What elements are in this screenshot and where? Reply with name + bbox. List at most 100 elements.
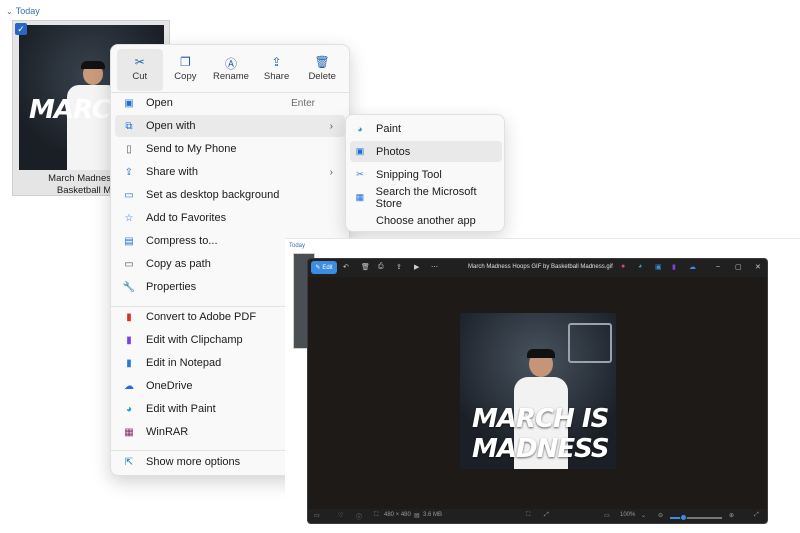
menu-item-open-with[interactable]: ⧉ Open with ›	[115, 115, 345, 137]
chevron-right-icon: ›	[329, 166, 333, 178]
edit-label: Edit	[322, 264, 333, 271]
compress-icon: ▤	[124, 235, 134, 247]
maximize-icon[interactable]: ▢	[735, 263, 742, 271]
photos-icon: ▣	[124, 97, 134, 109]
open-with-submenu: ◕ Paint ▣ Photos ✂ Snipping Tool ▦ Search the M…	[345, 114, 505, 232]
group-header-today[interactable]: Today	[289, 243, 305, 249]
filmstrip-icon[interactable]: ▭	[314, 512, 320, 519]
phone-icon: ▯	[126, 143, 132, 155]
menu-item-label: Copy as path	[146, 258, 211, 270]
menu-item-label: Properties	[146, 281, 197, 293]
submenu-item-choose-another-app[interactable]: Choose another app	[350, 210, 502, 231]
menu-item-add-to-favorites[interactable]: ☆ Add to Favorites	[115, 207, 345, 229]
image-text-line2: MADNESS	[472, 434, 610, 464]
adobe-pdf-icon: ▮	[126, 311, 132, 323]
menu-item-label: WinRAR	[146, 426, 189, 438]
submenu-item-snipping-tool[interactable]: ✂ Snipping Tool	[350, 164, 502, 185]
cut-button[interactable]: ✂ Cut	[117, 49, 163, 91]
toolbar-label: Delete	[308, 71, 336, 82]
share-icon: ⇪	[271, 55, 282, 69]
zoom-level[interactable]: 100%	[620, 512, 635, 518]
photos-app-window: ✎ Edit ↶ 🗑 ⎙ ⇪ ▶ ⋯ March Madness Hoops G…	[307, 258, 768, 524]
group-label: Today	[15, 6, 40, 16]
image-text-line1: MARCH IS	[472, 404, 609, 434]
open-with-icon: ⧉	[125, 120, 133, 132]
zoom-out-icon[interactable]: ⊖	[658, 512, 663, 519]
menu-item-share-with[interactable]: ⇪ Share with ›	[115, 161, 345, 183]
edit-button[interactable]: ✎ Edit	[311, 261, 337, 274]
rename-button[interactable]: Ⓐ Rename	[208, 49, 254, 91]
image-dimensions: 480 × 480	[384, 512, 411, 518]
app-icon[interactable]: ●	[621, 263, 625, 270]
close-icon[interactable]: ✕	[755, 263, 761, 271]
checkbox-checked-icon[interactable]: ✓	[15, 23, 27, 35]
menu-item-label: Show more options	[146, 456, 241, 468]
rotate-icon[interactable]: ↶	[343, 263, 349, 271]
group-header-today[interactable]: ⌄ Today	[6, 6, 40, 16]
toolbar-label: Rename	[213, 71, 249, 82]
menu-item-label: Add to Favorites	[146, 212, 227, 224]
store-icon: ▦	[355, 192, 365, 202]
designer-icon[interactable]: ▣	[655, 263, 662, 271]
photo-image[interactable]: MARCH IS MADNESS	[460, 313, 616, 469]
zoom-slider-thumb[interactable]	[680, 514, 687, 521]
share-with-icon: ⇪	[124, 166, 134, 178]
clipchamp-icon[interactable]: ▮	[672, 263, 676, 271]
share-button[interactable]: ⇪ Share	[254, 49, 300, 91]
paint-icon[interactable]: ◕	[638, 263, 642, 270]
copy-button[interactable]: ❐ Copy	[163, 49, 209, 91]
hoop-graphic	[568, 323, 612, 363]
menu-item-label: Edit in Notepad	[146, 357, 222, 369]
more-options-icon[interactable]: ⋯	[431, 263, 438, 271]
print-icon[interactable]: ⎙	[378, 263, 384, 271]
copy-icon: ❐	[180, 55, 191, 69]
submenu-item-paint[interactable]: ◕ Paint	[350, 118, 502, 139]
fit-icon[interactable]: ▭	[604, 512, 610, 519]
menu-item-label: Edit with Clipchamp	[146, 334, 243, 346]
chevron-down-icon[interactable]: ⌄	[641, 512, 646, 519]
delete-icon[interactable]: 🗑	[361, 263, 370, 271]
paint-icon: ◕	[357, 123, 363, 134]
photos-titlebar: ✎ Edit ↶ 🗑 ⎙ ⇪ ▶ ⋯ March Madness Hoops G…	[308, 259, 767, 277]
scissors-icon: ✂	[134, 55, 145, 69]
submenu-item-search-the-microsoft-store[interactable]: ▦ Search the Microsoft Store	[350, 185, 502, 210]
winrar-icon: ▦	[124, 426, 134, 438]
chevron-down-icon: ⌄	[6, 6, 13, 16]
toolbar-label: Copy	[174, 71, 197, 82]
delete-button[interactable]: 🗑 Delete	[299, 49, 345, 91]
menu-item-set-as-desktop-background[interactable]: ▭ Set as desktop background	[115, 184, 345, 206]
onedrive-icon[interactable]: ☁	[689, 263, 696, 271]
menu-item-label: Convert to Adobe PDF	[146, 311, 257, 323]
blank-icon	[354, 215, 366, 227]
photo-canvas[interactable]: MARCH IS MADNESS	[308, 277, 767, 509]
edit-icon: ✎	[315, 265, 321, 271]
menu-item-open[interactable]: ▣ Open Enter	[115, 92, 345, 114]
zoom-in-icon[interactable]: ⊕	[729, 512, 734, 519]
file-size-icon: ▤	[414, 513, 420, 519]
share-icon[interactable]: ⇪	[396, 263, 402, 271]
submenu-item-photos[interactable]: ▣ Photos	[350, 141, 502, 162]
submenu-item-label: Search the Microsoft Store	[375, 185, 477, 210]
submenu-item-label: Photos	[376, 145, 411, 158]
menu-item-label: Open with	[146, 120, 196, 132]
onedrive-icon: ☁	[124, 380, 134, 392]
expand-icon[interactable]: ⤢	[544, 512, 549, 519]
paint-icon: ◕	[125, 403, 133, 415]
favorite-icon[interactable]: ♡	[338, 512, 343, 519]
info-icon[interactable]: ⓘ	[356, 512, 362, 521]
menu-item-label: Edit with Paint	[146, 403, 216, 415]
desktop-icon: ▭	[124, 189, 134, 201]
minimize-icon[interactable]: –	[716, 263, 720, 270]
more-options-icon: ⇱	[124, 456, 134, 468]
snipping-tool-icon: ✂	[356, 169, 364, 179]
fullscreen-icon[interactable]: ⤢	[754, 512, 759, 519]
menu-item-send-to-my-phone[interactable]: ▯ Send to My Phone	[115, 138, 345, 160]
menu-item-label: Open	[146, 97, 173, 109]
zoom-slider[interactable]	[670, 514, 722, 521]
screen: ⌄ Today MARCH ✓ March Madness Hoo Basket…	[0, 0, 800, 533]
slideshow-icon[interactable]: ▶	[414, 263, 419, 271]
crop-icon[interactable]: ⛶	[526, 512, 530, 519]
dimensions-icon: ⛶	[374, 512, 379, 518]
star-icon: ☆	[124, 212, 134, 224]
toolbar-label: Cut	[132, 71, 148, 82]
